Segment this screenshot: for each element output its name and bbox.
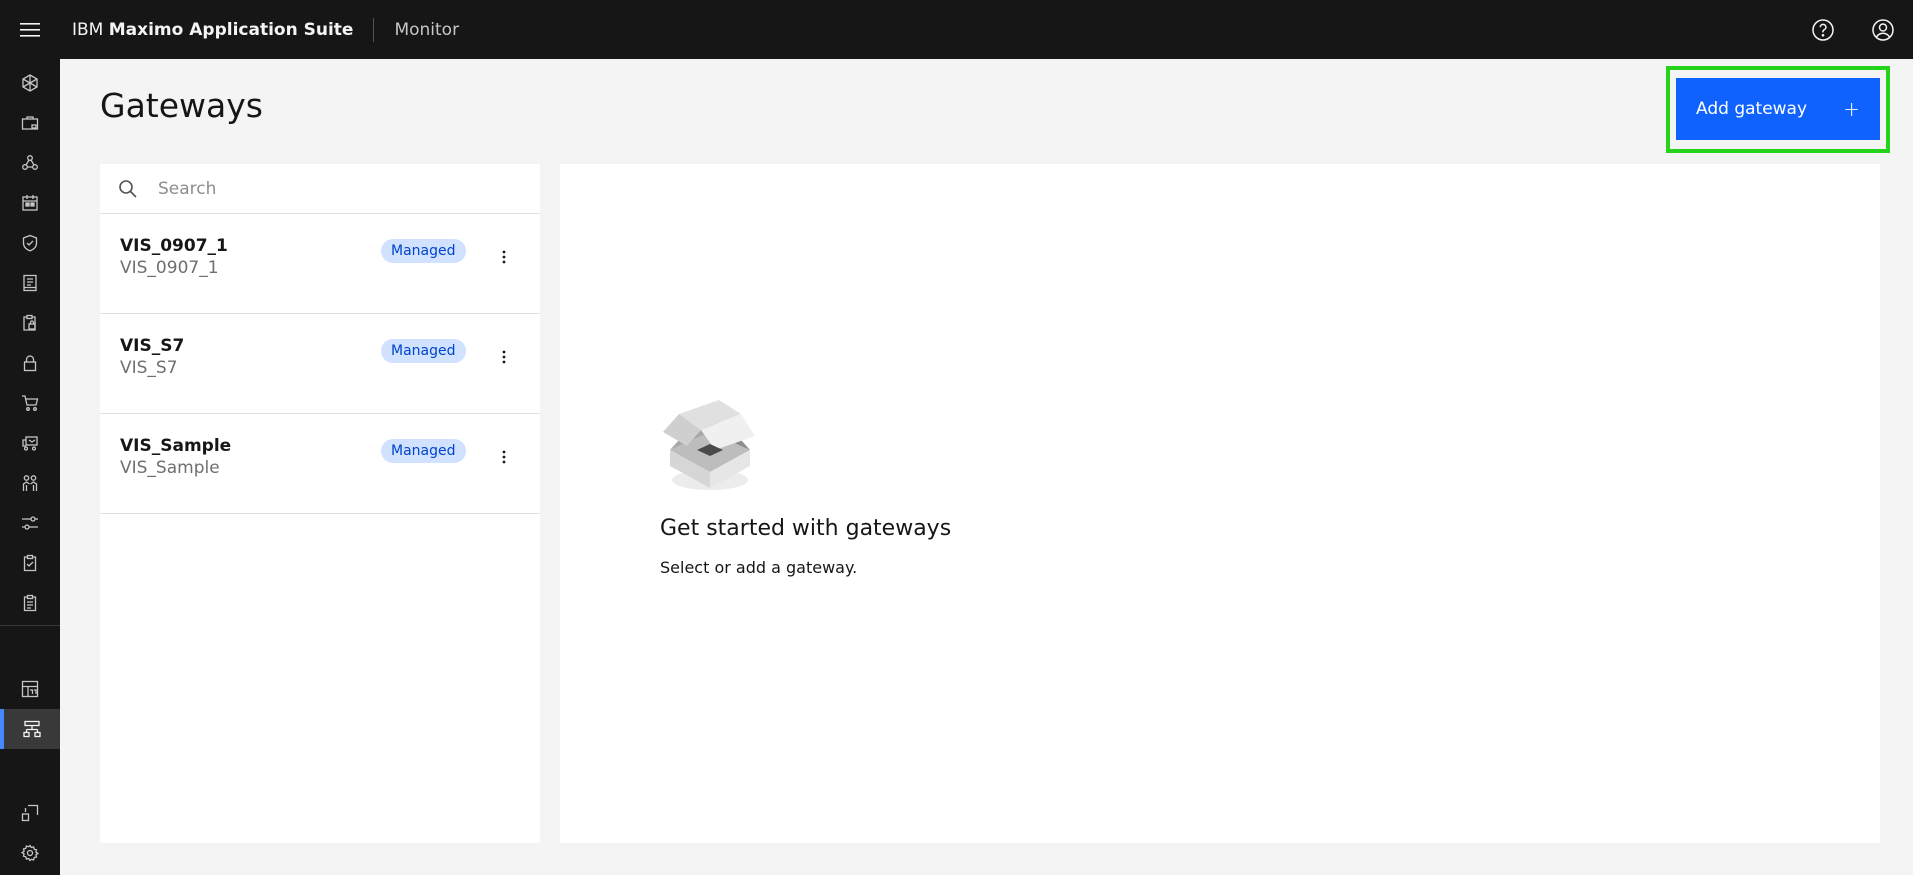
menu-icon[interactable] <box>0 0 59 59</box>
nav-gateways-icon[interactable] <box>0 709 60 749</box>
side-nav <box>0 59 60 875</box>
nav-document-icon[interactable] <box>0 263 60 303</box>
add-gateway-button[interactable]: Add gateway + <box>1676 78 1880 140</box>
user-avatar-icon[interactable] <box>1853 0 1913 59</box>
nav-task-icon[interactable] <box>0 543 60 583</box>
gateway-list-item[interactable]: VIS_S7 VIS_S7 Managed <box>100 314 540 414</box>
nav-clipboard-lock-icon[interactable] <box>0 303 60 343</box>
module-name: Monitor <box>394 19 460 40</box>
plus-icon: + <box>1843 97 1860 121</box>
gateway-name: VIS_S7 <box>120 336 185 356</box>
brand-name: Maximo Application Suite <box>108 19 354 40</box>
gateway-name: VIS_0907_1 <box>120 236 228 256</box>
status-badge: Managed <box>381 439 466 463</box>
nav-delivery-icon[interactable] <box>0 423 60 463</box>
header-divider <box>373 17 375 42</box>
add-gateway-label: Add gateway <box>1696 99 1808 119</box>
gateway-list-item[interactable]: VIS_Sample VIS_Sample Managed <box>100 414 540 514</box>
gateway-detail-panel: Get started with gateways Select or add … <box>560 164 1880 843</box>
search-icon <box>118 179 138 203</box>
nav-dashboard-icon[interactable] <box>0 669 60 709</box>
page-title: Gateways <box>100 86 263 125</box>
overflow-menu-icon[interactable] <box>490 243 518 271</box>
gateway-list-item[interactable]: VIS_0907_1 VIS_0907_1 Managed <box>100 214 540 314</box>
status-badge: Managed <box>381 339 466 363</box>
status-badge: Managed <box>381 239 466 263</box>
overflow-menu-icon[interactable] <box>490 343 518 371</box>
empty-box-icon <box>657 392 763 498</box>
gateway-id: VIS_S7 <box>120 358 178 378</box>
nav-lock-icon[interactable] <box>0 343 60 383</box>
empty-state-title: Get started with gateways <box>660 516 952 541</box>
brand-prefix: IBM <box>72 19 104 40</box>
help-icon[interactable] <box>1793 0 1853 59</box>
nav-calendar-icon[interactable] <box>0 183 60 223</box>
nav-overview-icon[interactable] <box>0 63 60 103</box>
top-header: IBM Maximo Application Suite Monitor <box>0 0 1913 59</box>
nav-briefcase-icon[interactable] <box>0 103 60 143</box>
app-name[interactable]: IBM Maximo Application Suite <box>72 20 353 40</box>
search-bar <box>100 164 540 214</box>
gateway-name: VIS_Sample <box>120 436 232 456</box>
nav-settings-sliders-icon[interactable] <box>0 503 60 543</box>
search-input[interactable] <box>158 164 528 214</box>
empty-state-subtitle: Select or add a gateway. <box>660 558 858 577</box>
nav-people-icon[interactable] <box>0 463 60 503</box>
nav-shield-check-icon[interactable] <box>0 223 60 263</box>
gateway-id: VIS_0907_1 <box>120 258 219 278</box>
nav-settings-icon[interactable] <box>0 833 60 873</box>
overflow-menu-icon[interactable] <box>490 443 518 471</box>
nav-launch-icon[interactable] <box>0 793 60 833</box>
nav-cart-icon[interactable] <box>0 383 60 423</box>
gateway-id: VIS_Sample <box>120 458 220 478</box>
nav-divider <box>0 625 60 626</box>
gateway-list-panel: VIS_0907_1 VIS_0907_1 Managed VIS_S7 VIS… <box>100 164 540 843</box>
nav-report-icon[interactable] <box>0 583 60 623</box>
nav-hierarchy-icon[interactable] <box>0 143 60 183</box>
